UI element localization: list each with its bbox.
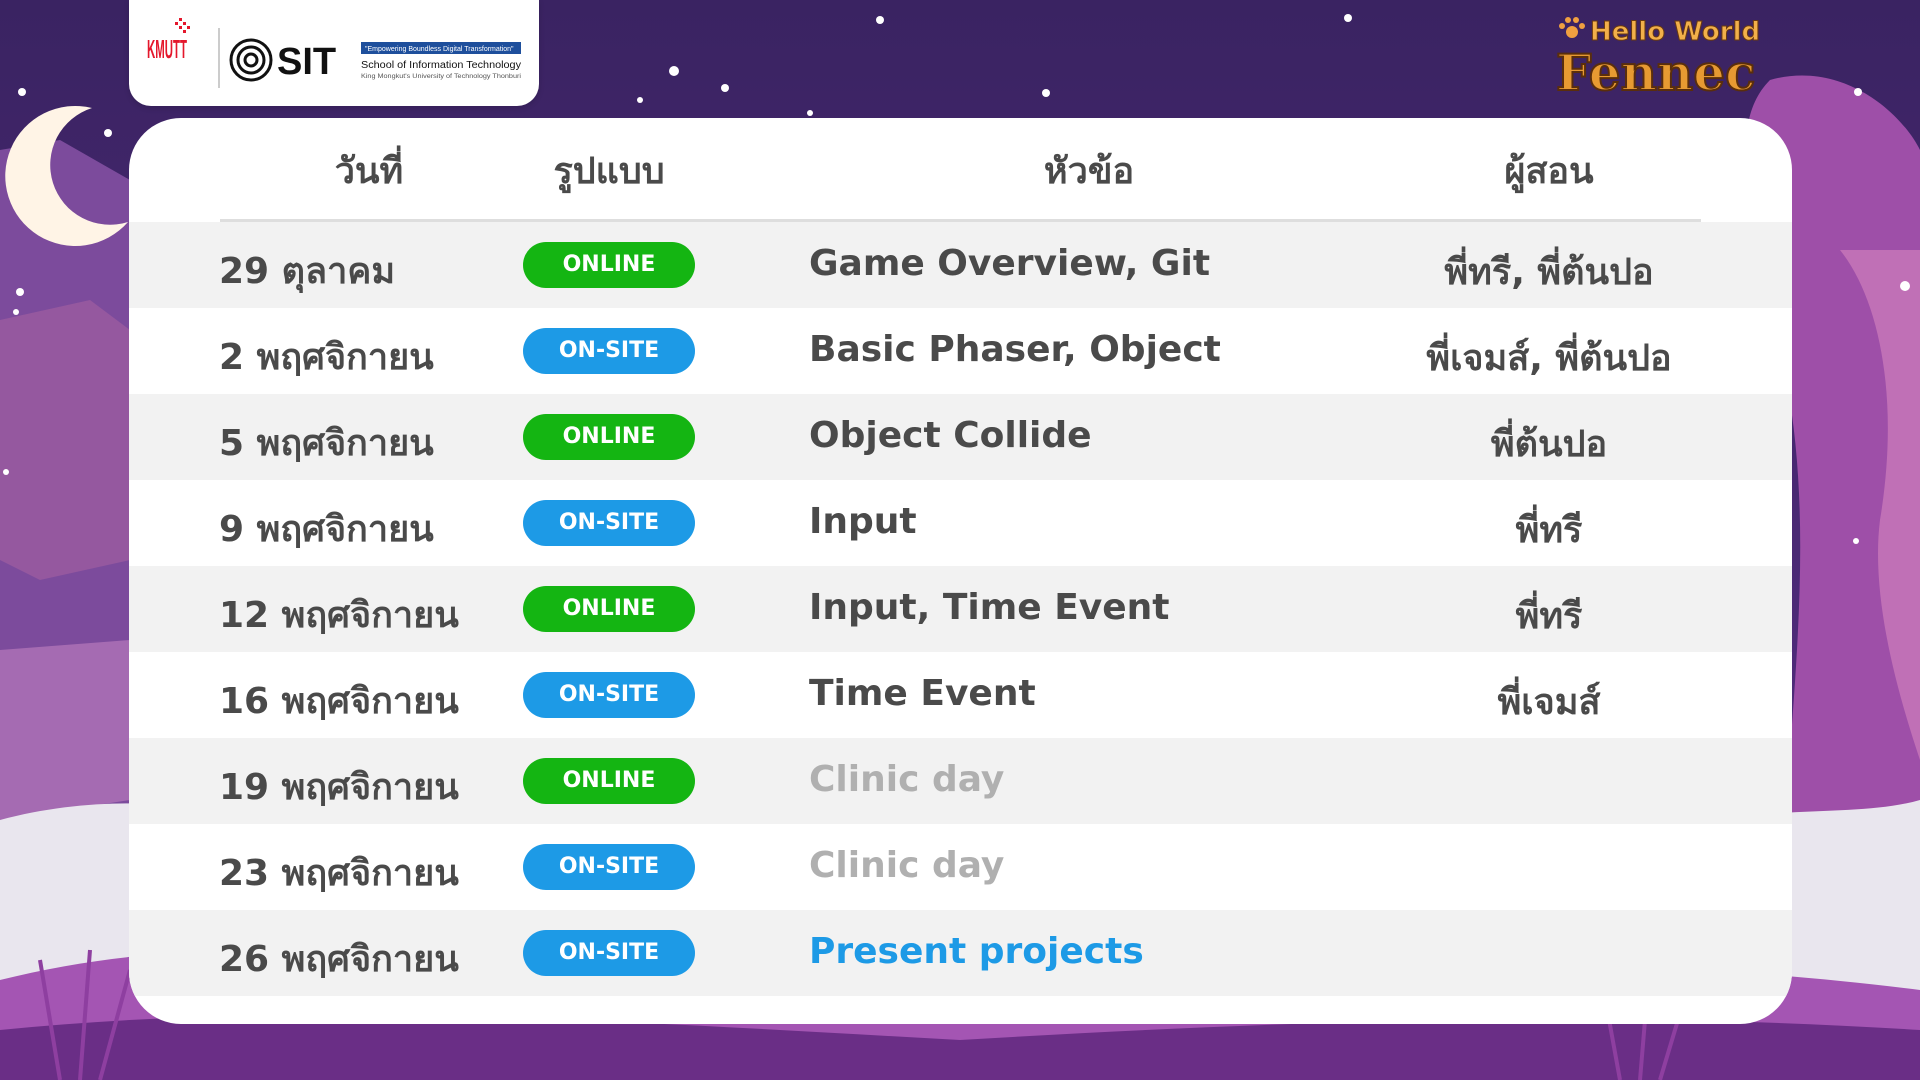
sit-swirl-icon bbox=[229, 38, 273, 82]
brand-line2: Fennec bbox=[1556, 43, 1756, 102]
header-date: วันที่ bbox=[334, 151, 404, 192]
row-date: 26 พฤศจิกายน bbox=[219, 939, 459, 980]
row-date: 9 พฤศจิกายน bbox=[219, 509, 434, 550]
row-topic: Input bbox=[809, 501, 917, 542]
paw-icon bbox=[1559, 17, 1585, 38]
row-topic: Clinic day bbox=[809, 845, 1005, 886]
row-date: 16 พฤศจิกายน bbox=[219, 681, 459, 722]
row-topic: Object Collide bbox=[809, 415, 1092, 456]
kmutt-logo: KMUTT bbox=[147, 18, 190, 64]
row-lecturer: พี่เจมส์, พี่ต้นปอ bbox=[1426, 338, 1672, 379]
format-badge: ON-SITE bbox=[523, 500, 695, 546]
schedule-table: วันที่ รูปแบบ หัวข้อ ผู้สอน 29 ตุลาคม ON… bbox=[129, 118, 1792, 1024]
row-date: 12 พฤศจิกายน bbox=[219, 595, 459, 636]
table-row: 16 พฤศจิกายน ON-SITE Time Event พี่เจมส์ bbox=[129, 652, 1792, 738]
row-lecturer: พี่ต้นปอ bbox=[1490, 424, 1608, 465]
row-topic: Time Event bbox=[809, 673, 1036, 714]
row-date: 29 ตุลาคม bbox=[219, 251, 396, 292]
row-lecturer: พี่ทรี, พี่ต้นปอ bbox=[1444, 252, 1654, 293]
format-badge: ONLINE bbox=[523, 586, 695, 632]
sit-school-name: School of Information Technology bbox=[361, 60, 521, 71]
sit-logo-text: SIT bbox=[277, 41, 336, 83]
table-row: 26 พฤศจิกายน ON-SITE Present projects bbox=[129, 910, 1792, 996]
table-row: 29 ตุลาคม ONLINE Game Overview, Git พี่ท… bbox=[129, 222, 1792, 308]
hello-world-fennec-logo: Hello World Fennec bbox=[1555, 17, 1761, 104]
header-format: รูปแบบ bbox=[553, 151, 665, 192]
row-topic: Game Overview, Git bbox=[809, 243, 1211, 284]
table-row: 23 พฤศจิกายน ON-SITE Clinic day bbox=[129, 824, 1792, 910]
logo-card: KMUTT SIT "Empowering Boundless Digital … bbox=[129, 0, 539, 106]
row-lecturer: พี่เจมส์ bbox=[1497, 682, 1601, 723]
format-badge: ONLINE bbox=[523, 242, 695, 288]
row-date: 23 พฤศจิกายน bbox=[219, 853, 459, 894]
table-row: 5 พฤศจิกายน ONLINE Object Collide พี่ต้น… bbox=[129, 394, 1792, 480]
row-topic: Basic Phaser, Object bbox=[809, 329, 1221, 370]
format-badge: ON-SITE bbox=[523, 328, 695, 374]
row-topic: Input, Time Event bbox=[809, 587, 1170, 628]
row-date: 5 พฤศจิกายน bbox=[219, 423, 434, 464]
table-row: 19 พฤศจิกายน ONLINE Clinic day bbox=[129, 738, 1792, 824]
row-lecturer: พี่ทรี bbox=[1515, 596, 1583, 637]
table-row: 2 พฤศจิกายน ON-SITE Basic Phaser, Object… bbox=[129, 308, 1792, 394]
sit-tagline: "Empowering Boundless Digital Transforma… bbox=[365, 46, 514, 53]
row-topic: Present projects bbox=[809, 931, 1144, 972]
kmutt-logo-text: KMUTT bbox=[147, 34, 187, 64]
table-header: วันที่ รูปแบบ หัวข้อ ผู้สอน bbox=[129, 118, 1792, 222]
table-row: 12 พฤศจิกายน ONLINE Input, Time Event พี… bbox=[129, 566, 1792, 652]
format-badge: ON-SITE bbox=[523, 844, 695, 890]
header-lecturer: ผู้สอน bbox=[1504, 151, 1594, 192]
format-badge: ON-SITE bbox=[523, 930, 695, 976]
row-date: 19 พฤศจิกายน bbox=[219, 767, 459, 808]
row-topic: Clinic day bbox=[809, 759, 1005, 800]
format-badge: ONLINE bbox=[523, 414, 695, 460]
format-badge: ON-SITE bbox=[523, 672, 695, 718]
table-row: 9 พฤศจิกายน ON-SITE Input พี่ทรี bbox=[129, 480, 1792, 566]
sit-university-name: King Mongkut's University of Technology … bbox=[361, 74, 521, 80]
row-lecturer: พี่ทรี bbox=[1515, 510, 1583, 551]
header-topic: หัวข้อ bbox=[1043, 151, 1135, 192]
format-badge: ONLINE bbox=[523, 758, 695, 804]
row-date: 2 พฤศจิกายน bbox=[219, 337, 434, 378]
